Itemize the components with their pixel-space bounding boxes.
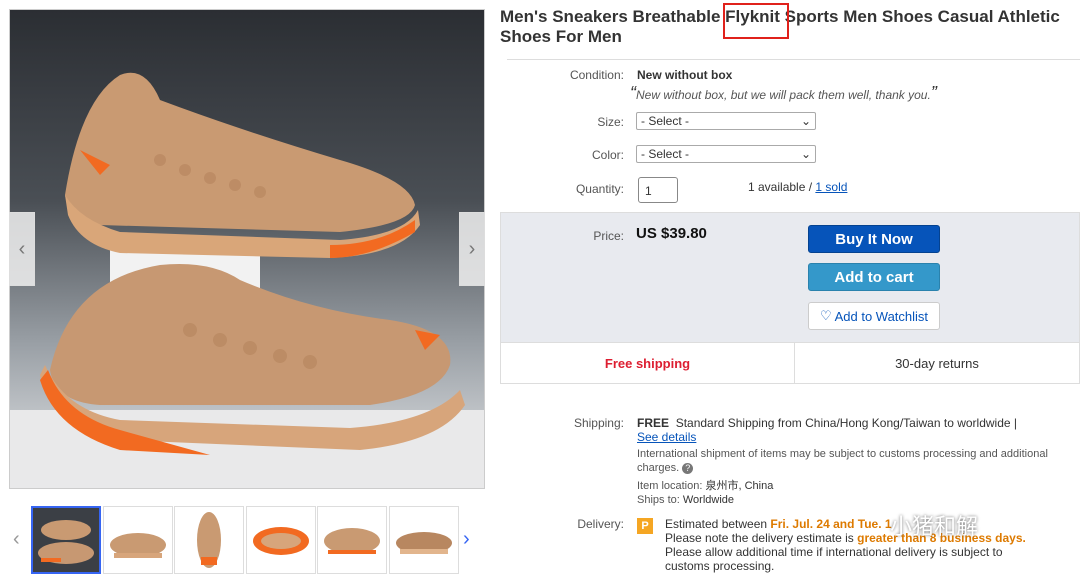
- condition-note-text: New without box, but we will pack them w…: [636, 88, 931, 102]
- condition-note: “New without box, but we will pack them …: [630, 83, 937, 104]
- price-label: Price:: [593, 229, 624, 243]
- delivery-info: Estimated between Fri. Jul. 24 and Tue. …: [665, 517, 1075, 573]
- intl-note-text: International shipment of items may be s…: [637, 448, 1048, 474]
- location-value: 泉州市, China: [705, 480, 774, 492]
- buy-it-now-button[interactable]: Buy It Now: [808, 225, 940, 253]
- thumbnail-2[interactable]: [103, 506, 173, 574]
- returns-badge: 30-day returns: [795, 342, 1079, 383]
- quantity-label: Quantity:: [575, 182, 624, 196]
- add-to-cart-button[interactable]: Add to cart: [808, 263, 940, 291]
- thumbnail-3[interactable]: [174, 506, 244, 574]
- delivery-estimate: Estimated between Fri. Jul. 24 and Tue. …: [665, 517, 1075, 531]
- sold-link[interactable]: 1 sold: [815, 180, 847, 194]
- price-value: US $39.80: [636, 225, 707, 242]
- item-location: Item location: 泉州市, China: [637, 477, 773, 493]
- shipping-line: FREE Standard Shipping from China/Hong K…: [637, 416, 1017, 430]
- image-next-arrow[interactable]: ›: [459, 212, 485, 286]
- delivery-note-prefix: Please note the delivery estimate is: [665, 531, 854, 545]
- color-select[interactable]: - Select - ⌄: [636, 145, 816, 163]
- thumbnail-image: [396, 532, 452, 554]
- free-shipping-badge: Free shipping: [501, 342, 795, 383]
- delivery-note: Please note the delivery estimate is gre…: [665, 531, 1075, 545]
- thumbnail-image: [197, 512, 221, 568]
- ships-to-label: Ships to:: [637, 494, 680, 506]
- delivery-label: Delivery:: [577, 517, 624, 531]
- condition-label: Condition:: [569, 68, 624, 82]
- chevron-down-icon: ⌄: [800, 114, 811, 128]
- condition-value: New without box: [637, 68, 733, 82]
- thumbnail-image: [33, 508, 99, 572]
- add-to-watchlist-button[interactable]: ♡ Add to Watchlist: [808, 302, 940, 330]
- thumbnail-6[interactable]: [389, 506, 459, 574]
- watchlist-label: Add to Watchlist: [834, 308, 929, 324]
- image-prev-arrow[interactable]: ‹: [9, 212, 35, 286]
- shipping-desc: Standard Shipping from China/Hong Kong/T…: [675, 416, 1018, 430]
- intl-note: International shipment of items may be s…: [637, 447, 1073, 475]
- chevron-left-icon: ‹: [18, 237, 26, 260]
- thumb-next-arrow[interactable]: ›: [463, 528, 470, 551]
- see-details-link[interactable]: See details: [637, 430, 696, 444]
- thumbnail-strip: ‹ ›: [9, 506, 483, 576]
- color-select-value: - Select -: [641, 147, 690, 161]
- color-label: Color:: [591, 148, 624, 162]
- shipping-free: FREE: [637, 416, 670, 430]
- ships-to: Ships to: Worldwide: [637, 494, 734, 506]
- size-select-value: - Select -: [641, 114, 690, 128]
- thumbnail-image: [324, 528, 380, 554]
- ships-to-value: Worldwide: [682, 494, 735, 506]
- close-quote-icon: ”: [930, 83, 937, 103]
- location-label: Item location:: [637, 480, 703, 492]
- chevron-down-icon: ⌄: [800, 147, 811, 161]
- thumbnail-4[interactable]: [246, 506, 316, 574]
- heart-icon: ♡: [819, 308, 832, 323]
- product-main-image[interactable]: [9, 9, 485, 489]
- delivery-flag-icon: P: [637, 518, 653, 534]
- delivery-line3: Please allow additional time if internat…: [665, 545, 1003, 559]
- thumb-prev-arrow[interactable]: ‹: [13, 528, 20, 551]
- size-label: Size:: [597, 115, 624, 129]
- delivery-dates: Fri. Jul. 24 and Tue.: [770, 517, 882, 531]
- delivery-line4: customs processing.: [665, 559, 775, 573]
- quantity-input[interactable]: 1: [638, 177, 678, 203]
- divider: [507, 59, 1080, 60]
- available-text: 1 available /: [748, 180, 813, 194]
- delivery-est-prefix: Estimated between: [665, 517, 768, 531]
- sneaker-photo: [10, 72, 484, 488]
- thumbnail-1[interactable]: [31, 506, 101, 574]
- watermark: 小猪和解: [890, 514, 979, 539]
- keyword-highlight-box: [723, 3, 789, 39]
- help-icon[interactable]: ?: [682, 463, 694, 474]
- shipping-label: Shipping:: [573, 416, 624, 430]
- size-select[interactable]: - Select - ⌄: [636, 112, 816, 130]
- thumbnail-image: [110, 533, 166, 558]
- quantity-availability: 1 available / 1 sold: [748, 180, 847, 194]
- thumbnail-5[interactable]: [317, 506, 387, 574]
- chevron-right-icon: ›: [468, 237, 476, 260]
- thumbnail-image: [253, 527, 309, 555]
